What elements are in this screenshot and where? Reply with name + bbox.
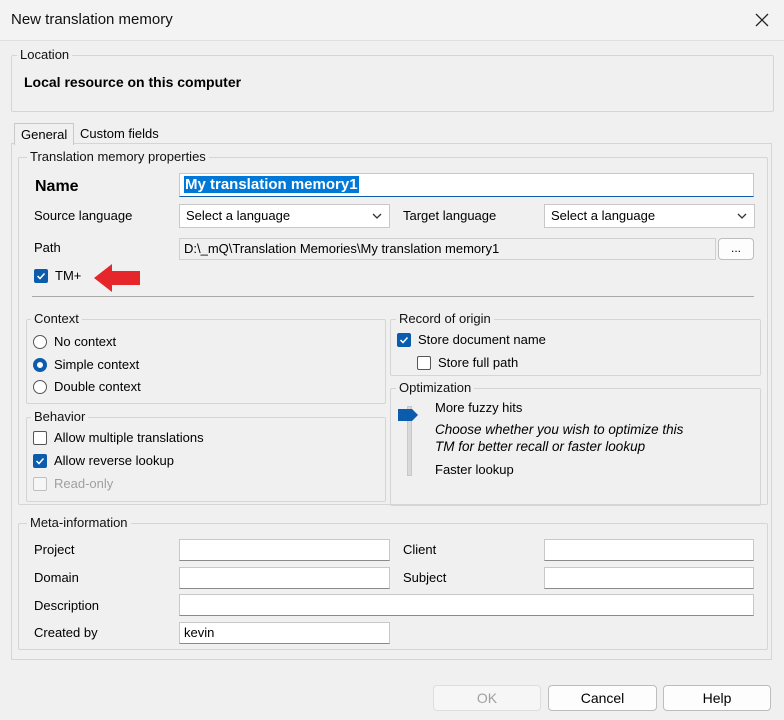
ok-button-label: OK (476, 690, 498, 706)
close-button[interactable] (748, 6, 776, 34)
help-button[interactable]: Help (663, 685, 771, 711)
more-fuzzy-hits-label: More fuzzy hits (435, 400, 523, 415)
window-title: New translation memory (11, 11, 173, 28)
radio-double-context[interactable]: Double context (33, 379, 141, 394)
path-value: D:\_mQ\Translation Memories\My translati… (184, 241, 500, 256)
optimization-legend: Optimization (396, 380, 475, 395)
radio-double-context-label: Double context (54, 379, 141, 394)
red-arrow-icon (94, 264, 140, 292)
created-by-value: kevin (184, 625, 215, 640)
path-label: Path (34, 240, 61, 255)
faster-lookup-label: Faster lookup (435, 462, 514, 477)
tab-custom-fields[interactable]: Custom fields (74, 125, 165, 144)
allow-multiple-checkbox-box (33, 430, 47, 445)
created-by-input[interactable]: kevin (179, 622, 390, 644)
description-input[interactable] (179, 594, 754, 616)
store-doc-name-checkbox-box (397, 332, 411, 347)
cancel-button-label: Cancel (580, 690, 625, 706)
radio-double-context-circle (33, 379, 47, 394)
tmplus-label: TM+ (55, 268, 82, 283)
radio-no-context-label: No context (54, 334, 117, 349)
radio-no-context-circle (33, 334, 47, 349)
browse-path-button[interactable]: ... (718, 238, 754, 260)
project-input[interactable] (179, 539, 390, 561)
radio-simple-context-circle (33, 357, 47, 372)
allow-reverse-checkbox[interactable]: Allow reverse lookup (33, 453, 174, 468)
tmplus-checkbox[interactable]: TM+ (34, 268, 81, 283)
read-only-checkbox-box (33, 476, 47, 491)
optimization-description: Choose whether you wish to optimize this… (435, 422, 684, 454)
client-input[interactable] (544, 539, 754, 561)
slider-thumb[interactable] (397, 408, 419, 422)
read-only-checkbox[interactable]: Read-only (33, 476, 113, 491)
radio-no-context[interactable]: No context (33, 334, 116, 349)
behavior-legend: Behavior (31, 409, 89, 424)
domain-label: Domain (34, 570, 79, 585)
store-doc-name-checkbox[interactable]: Store document name (397, 332, 546, 347)
close-icon (755, 13, 769, 27)
read-only-label: Read-only (54, 476, 114, 491)
domain-input[interactable] (179, 567, 390, 589)
tab-general[interactable]: General (14, 123, 75, 145)
store-full-path-checkbox-box (417, 355, 431, 370)
path-field: D:\_mQ\Translation Memories\My translati… (179, 238, 716, 260)
optimization-slider[interactable] (397, 402, 419, 476)
tab-custom-fields-label: Custom fields (80, 126, 159, 141)
store-full-path-checkbox[interactable]: Store full path (417, 355, 518, 370)
tab-general-label: General (21, 127, 68, 142)
name-label: Name (35, 178, 79, 195)
ok-button[interactable]: OK (433, 685, 541, 711)
source-language-select[interactable]: Select a language (179, 204, 390, 228)
allow-multiple-checkbox[interactable]: Allow multiple translations (33, 430, 204, 445)
record-origin-legend: Record of origin (396, 311, 494, 326)
description-label: Description (34, 598, 100, 613)
target-language-label: Target language (403, 208, 497, 223)
tmplus-checkbox-box (34, 268, 48, 283)
context-legend: Context (31, 311, 82, 326)
checkmark-icon (399, 336, 409, 344)
chevron-down-icon (737, 213, 747, 219)
checkmark-icon (35, 457, 45, 465)
chevron-down-icon (372, 213, 382, 219)
tm-properties-legend: Translation memory properties (27, 149, 209, 164)
subject-input[interactable] (544, 567, 754, 589)
target-language-value: Select a language (551, 208, 656, 223)
client-label: Client (403, 542, 437, 557)
radio-simple-context[interactable]: Simple context (33, 357, 139, 372)
allow-reverse-checkbox-box (33, 453, 47, 468)
source-language-label: Source language (34, 208, 133, 223)
store-full-path-label: Store full path (438, 355, 519, 370)
allow-multiple-label: Allow multiple translations (54, 430, 204, 445)
store-doc-name-label: Store document name (418, 332, 546, 347)
help-button-label: Help (702, 690, 732, 706)
checkmark-icon (36, 272, 46, 280)
browse-path-label: ... (730, 241, 741, 255)
location-value: Local resource on this computer (24, 74, 242, 90)
project-label: Project (34, 542, 75, 557)
created-by-label: Created by (34, 625, 98, 640)
meta-information-legend: Meta-information (27, 515, 131, 530)
subject-label: Subject (403, 570, 447, 585)
name-input-value: My translation memory1 (184, 176, 359, 193)
radio-simple-context-label: Simple context (54, 357, 140, 372)
allow-reverse-label: Allow reverse lookup (54, 453, 174, 468)
separator (32, 296, 754, 297)
source-language-value: Select a language (186, 208, 291, 223)
target-language-select[interactable]: Select a language (544, 204, 755, 228)
name-input[interactable]: My translation memory1 (179, 173, 754, 197)
location-legend: Location (17, 47, 73, 62)
cancel-button[interactable]: Cancel (548, 685, 657, 711)
